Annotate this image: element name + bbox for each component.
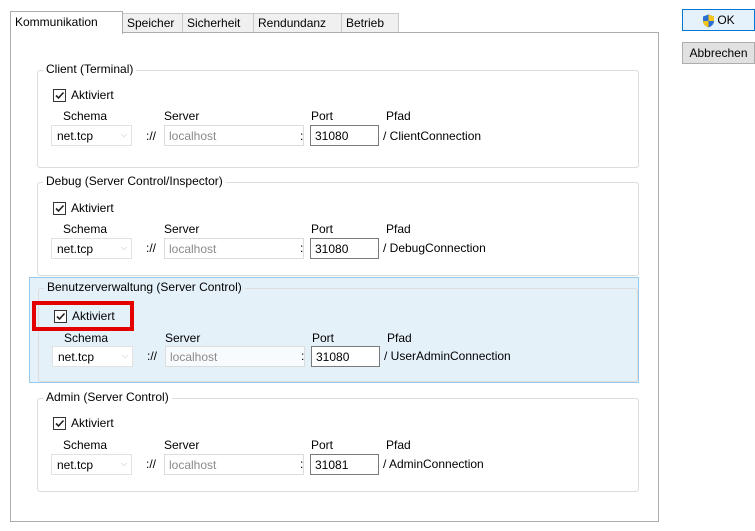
group-title: Benutzerverwaltung (Server Control) xyxy=(44,279,245,295)
port-separator: : xyxy=(300,129,304,143)
debug-group: Debug (Server Control/Inspector) Aktivie… xyxy=(29,173,639,276)
chevron-down-icon: ⌵ xyxy=(121,351,128,360)
schema-value: net.tcp xyxy=(57,242,94,256)
tab-rendundanz[interactable]: Rendundanz xyxy=(253,13,342,32)
port-separator: : xyxy=(301,349,305,363)
schema-label: Schema xyxy=(63,222,108,236)
port-value: 31080 xyxy=(316,350,350,364)
chevron-down-icon: ⌵ xyxy=(120,459,127,468)
path-text: / UserAdminConnection xyxy=(384,349,511,363)
check-icon xyxy=(55,204,65,213)
server-input[interactable]: localhost xyxy=(164,238,304,259)
schema-label: Schema xyxy=(64,331,109,345)
port-label: Port xyxy=(311,222,334,236)
schema-select[interactable]: net.tcp ⌵ xyxy=(51,238,132,259)
enabled-label: Aktiviert xyxy=(71,416,114,430)
group-title: Client (Terminal) xyxy=(43,61,137,77)
port-input[interactable]: 31080 xyxy=(310,125,379,146)
server-value: localhost xyxy=(169,129,217,143)
tab-label: Speicher xyxy=(127,16,175,30)
check-icon xyxy=(55,419,65,428)
scheme-separator: :// xyxy=(146,241,157,255)
port-separator: : xyxy=(300,457,304,471)
server-value: localhost xyxy=(169,458,217,472)
tab-label: Rendundanz xyxy=(258,16,327,30)
check-icon xyxy=(55,91,65,100)
scheme-separator: :// xyxy=(147,349,158,363)
port-value: 31080 xyxy=(315,242,349,256)
chevron-down-icon: ⌵ xyxy=(120,130,127,139)
tab-betrieb[interactable]: Betrieb xyxy=(341,13,399,32)
server-label: Server xyxy=(165,331,201,345)
enabled-label: Aktiviert xyxy=(71,88,114,102)
schema-select[interactable]: net.tcp ⌵ xyxy=(51,454,132,475)
path-label: Pfad xyxy=(386,222,411,236)
tab-label: Kommunikation xyxy=(15,15,98,29)
path-label: Pfad xyxy=(387,331,412,345)
path-text: / DebugConnection xyxy=(383,241,486,255)
port-input[interactable]: 31080 xyxy=(311,346,380,367)
server-value: localhost xyxy=(170,350,218,364)
ok-button[interactable]: OK xyxy=(682,9,755,31)
path-text: / AdminConnection xyxy=(383,457,484,471)
server-input[interactable]: localhost xyxy=(165,346,305,367)
tab-label: Sicherheit xyxy=(187,16,241,30)
tab-label: Betrieb xyxy=(346,16,385,30)
port-separator: : xyxy=(300,241,304,255)
shield-icon xyxy=(703,14,715,28)
schema-label: Schema xyxy=(63,438,108,452)
client-group: Client (Terminal) Aktiviert Schema Serve… xyxy=(29,61,639,168)
server-label: Server xyxy=(164,438,200,452)
path-text: / ClientConnection xyxy=(383,129,482,143)
schema-value: net.tcp xyxy=(57,458,94,472)
port-input[interactable]: 31080 xyxy=(310,238,379,259)
port-label: Port xyxy=(312,331,335,345)
port-value: 31080 xyxy=(315,129,349,143)
port-label: Port xyxy=(311,438,334,452)
schema-select[interactable]: net.tcp ⌵ xyxy=(52,346,133,367)
enabled-checkbox[interactable] xyxy=(53,202,66,215)
enabled-checkbox[interactable] xyxy=(53,89,66,102)
ok-label: OK xyxy=(717,13,735,27)
tab-speicher[interactable]: Speicher xyxy=(122,13,183,32)
enabled-label: Aktiviert xyxy=(71,201,114,215)
port-label: Port xyxy=(311,109,334,123)
server-input[interactable]: localhost xyxy=(164,454,304,475)
schema-value: net.tcp xyxy=(57,129,94,143)
server-label: Server xyxy=(164,222,200,236)
schema-select[interactable]: net.tcp ⌵ xyxy=(51,125,132,146)
cancel-label: Abbrechen xyxy=(689,46,748,60)
server-label: Server xyxy=(164,109,200,123)
path-label: Pfad xyxy=(386,109,411,123)
schema-label: Schema xyxy=(63,109,108,123)
server-input[interactable]: localhost xyxy=(164,125,304,146)
port-value: 31081 xyxy=(315,458,349,472)
scheme-separator: :// xyxy=(146,129,157,143)
scheme-separator: :// xyxy=(146,457,157,471)
chevron-down-icon: ⌵ xyxy=(120,243,127,252)
server-value: localhost xyxy=(169,242,217,256)
group-title: Admin (Server Control) xyxy=(43,389,172,405)
path-label: Pfad xyxy=(386,438,411,452)
tab-sicherheit[interactable]: Sicherheit xyxy=(182,13,254,32)
schema-value: net.tcp xyxy=(58,350,95,364)
admin-group: Admin (Server Control) Aktiviert Schema … xyxy=(29,389,639,492)
cancel-button[interactable]: Abbrechen xyxy=(682,42,755,64)
group-title: Debug (Server Control/Inspector) xyxy=(43,173,226,189)
enabled-checkbox[interactable] xyxy=(53,417,66,430)
tab-kommunikation[interactable]: Kommunikation xyxy=(10,11,123,34)
highlight-box xyxy=(32,301,134,331)
port-input[interactable]: 31081 xyxy=(310,454,379,475)
